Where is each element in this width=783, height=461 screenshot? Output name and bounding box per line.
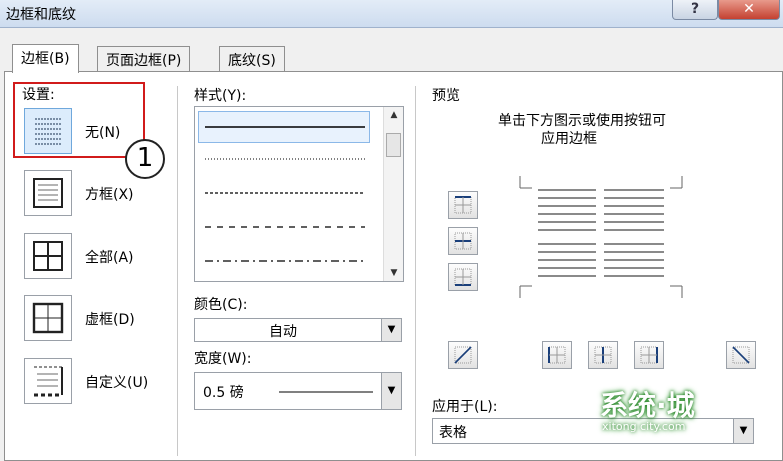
style-label: 样式(Y): xyxy=(194,88,247,104)
chevron-down-icon[interactable]: ▼ xyxy=(733,419,753,443)
setting-grid-button[interactable] xyxy=(24,295,72,341)
window-title: 边框和底纹 xyxy=(6,7,76,23)
callout-number: 1 xyxy=(125,139,165,179)
help-button[interactable]: ? xyxy=(672,0,718,20)
width-label: 宽度(W): xyxy=(194,351,252,367)
scroll-down-icon[interactable]: ▼ xyxy=(384,265,404,281)
scroll-up-icon[interactable]: ▲ xyxy=(384,107,404,123)
style-long-dash[interactable] xyxy=(205,225,365,229)
column-divider-left xyxy=(177,86,178,456)
diagonal-up-border-button[interactable] xyxy=(726,341,756,369)
width-value: 0.5 磅 xyxy=(203,385,244,401)
setting-box-button[interactable] xyxy=(24,170,72,216)
style-listbox[interactable]: ▲ ▼ xyxy=(194,106,404,282)
tab-shading[interactable]: 底纹(S) xyxy=(219,46,285,72)
diagonal-up-icon xyxy=(454,346,472,364)
column-divider-right xyxy=(415,86,416,456)
setting-box-label[interactable]: 方框(X) xyxy=(85,184,134,204)
setting-all-icon xyxy=(33,241,63,271)
right-border-icon xyxy=(640,346,658,364)
style-solid[interactable] xyxy=(205,125,365,129)
diagonal-down-border-button[interactable] xyxy=(448,341,478,369)
inside-vertical-border-button[interactable] xyxy=(588,341,618,369)
scroll-thumb[interactable] xyxy=(386,133,401,157)
bottom-border-icon xyxy=(454,268,472,286)
left-border-icon xyxy=(548,346,566,364)
setting-grid-icon xyxy=(32,302,64,334)
inside-horizontal-border-button[interactable] xyxy=(448,227,478,255)
tab-page-borders[interactable]: 页面边框(P) xyxy=(97,46,191,72)
preview-label: 预览 xyxy=(432,88,460,104)
preview-hint-line1: 单击下方图示或使用按钮可 xyxy=(498,113,666,129)
setting-box-icon xyxy=(33,178,63,208)
watermark-logo: 系统·城 xitong city.com xyxy=(600,384,695,433)
watermark-subtext: xitong city.com xyxy=(602,420,686,433)
style-scrollbar[interactable]: ▲ ▼ xyxy=(383,107,403,281)
right-border-button[interactable] xyxy=(634,341,664,369)
highlight-rectangle xyxy=(13,82,145,158)
inside-vertical-border-icon xyxy=(594,346,612,364)
top-border-icon xyxy=(454,196,472,214)
apply-to-label: 应用于(L): xyxy=(432,399,498,415)
width-line-sample xyxy=(279,391,373,393)
chevron-down-icon[interactable]: ▼ xyxy=(381,373,401,409)
color-value: 自动 xyxy=(269,324,297,340)
left-border-button[interactable] xyxy=(542,341,572,369)
close-button[interactable]: ✕ xyxy=(718,0,780,20)
setting-all-button[interactable] xyxy=(24,233,72,279)
style-short-dash[interactable] xyxy=(205,191,365,195)
tab-borders[interactable]: 边框(B) xyxy=(12,44,79,73)
title-bar: 边框和底纹 ? ✕ xyxy=(0,0,783,28)
preview-diagram[interactable] xyxy=(518,174,686,302)
setting-custom-button[interactable] xyxy=(24,358,72,404)
setting-custom-label[interactable]: 自定义(U) xyxy=(85,372,148,392)
chevron-down-icon[interactable]: ▼ xyxy=(381,319,401,341)
top-border-button[interactable] xyxy=(448,191,478,219)
bottom-border-button[interactable] xyxy=(448,263,478,291)
setting-grid-label[interactable]: 虚框(D) xyxy=(85,309,135,329)
inside-horizontal-border-icon xyxy=(454,232,472,250)
color-label: 颜色(C): xyxy=(194,297,248,313)
preview-hint-line2: 应用边框 xyxy=(541,131,597,147)
apply-to-value: 表格 xyxy=(439,425,467,441)
watermark-text: 系统·城 xyxy=(600,389,695,422)
style-dash-dot[interactable] xyxy=(205,259,365,263)
color-select[interactable]: 自动 ▼ xyxy=(194,318,402,342)
apply-to-select[interactable]: 表格 ▼ xyxy=(432,418,754,444)
setting-custom-icon xyxy=(34,366,63,397)
width-select[interactable]: 0.5 磅 ▼ xyxy=(194,372,402,410)
setting-all-label[interactable]: 全部(A) xyxy=(85,247,134,267)
diagonal-down-icon xyxy=(732,346,750,364)
style-dotted[interactable] xyxy=(205,157,365,161)
